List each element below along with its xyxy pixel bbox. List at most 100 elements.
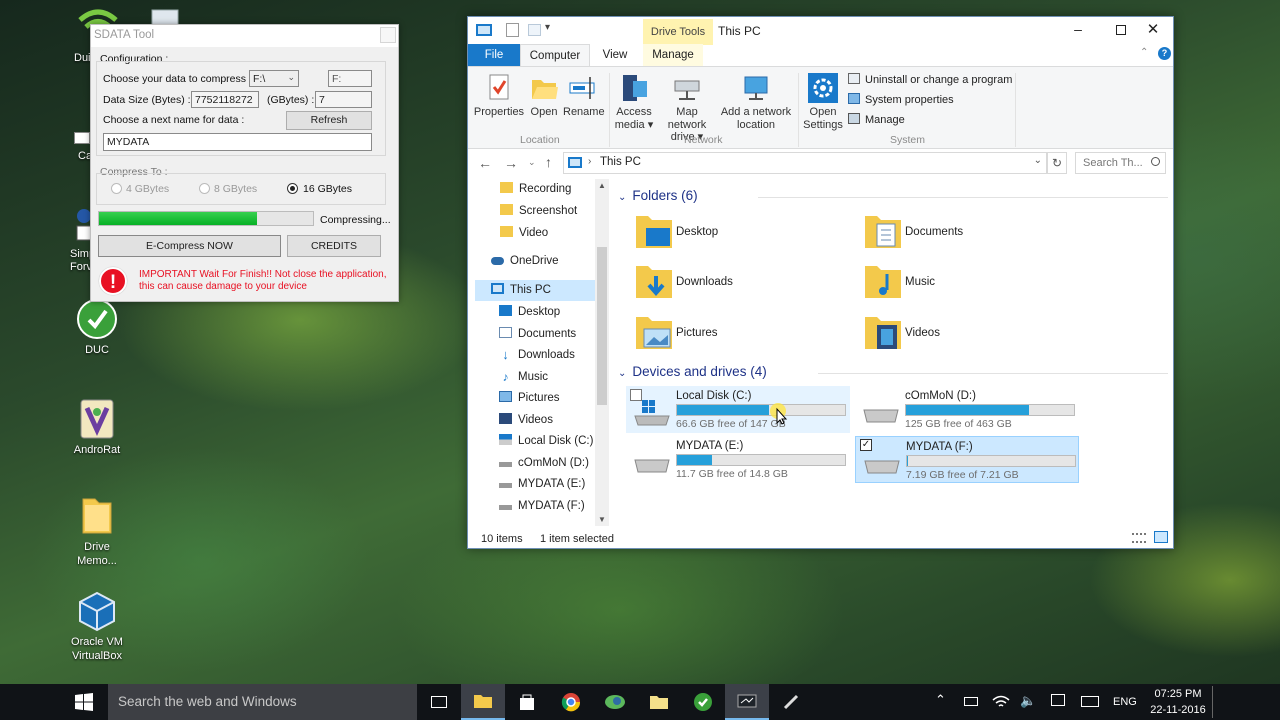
- nav-item-recording[interactable]: Recording: [475, 179, 602, 200]
- pen-taskbar-icon[interactable]: [769, 684, 813, 720]
- drive-mydata-f[interactable]: ✓ MYDATA (F:) 7.19 GB free of 7.21 GB: [855, 436, 1079, 483]
- quick-access-dropdown-icon[interactable]: ▾: [545, 22, 550, 33]
- task-view-icon[interactable]: [417, 684, 461, 720]
- scrollbar-thumb[interactable]: [597, 247, 607, 405]
- nav-scrollbar[interactable]: ▲ ▼: [595, 179, 609, 526]
- tab-computer[interactable]: Computer: [520, 44, 590, 66]
- desktop-icon-drive-memo[interactable]: Drive Memo...: [66, 495, 128, 568]
- nav-item-common-d[interactable]: cOmMoN (D:): [475, 453, 602, 474]
- folders-group-header[interactable]: ⌄ Folders (6): [618, 188, 1168, 203]
- desktop-icon-virtualbox[interactable]: Oracle VM VirtualBox: [66, 590, 128, 663]
- nav-item-desktop[interactable]: Desktop: [475, 302, 602, 323]
- gbytes-field[interactable]: 7: [315, 91, 372, 108]
- taskbar-search-box[interactable]: Search the web and Windows: [108, 684, 417, 720]
- drive-mydata-e[interactable]: MYDATA (E:) 11.7 GB free of 14.8 GB: [626, 436, 850, 483]
- folder-desktop[interactable]: Desktop: [634, 214, 834, 258]
- details-view-icon[interactable]: [1132, 533, 1146, 543]
- large-icons-view-icon[interactable]: [1154, 531, 1168, 543]
- chrome-taskbar-icon[interactable]: [549, 684, 593, 720]
- data-size-field[interactable]: 7752118272: [191, 91, 259, 108]
- back-button[interactable]: ←: [478, 155, 492, 171]
- map-network-drive-button[interactable]: Map network drive ▾: [656, 73, 718, 144]
- name-field[interactable]: MYDATA: [103, 133, 372, 151]
- start-button[interactable]: [62, 684, 106, 720]
- scroll-down-arrow[interactable]: ▼: [598, 515, 606, 524]
- rename-button[interactable]: Rename: [563, 73, 605, 119]
- nav-item-video[interactable]: Video: [475, 223, 602, 244]
- ribbon-collapse-icon[interactable]: ⌃: [1140, 47, 1148, 58]
- desktop-icon-androrat[interactable]: AndroRat: [66, 398, 128, 457]
- nav-item-music[interactable]: ♪ Music: [475, 367, 602, 388]
- nav-item-onedrive[interactable]: OneDrive: [475, 251, 602, 272]
- store-taskbar-icon[interactable]: [505, 684, 549, 720]
- add-network-location-button[interactable]: Add a network location: [720, 73, 792, 131]
- folder-pictures[interactable]: Pictures: [634, 315, 834, 359]
- tab-manage[interactable]: Manage: [643, 44, 703, 66]
- uninstall-program-button[interactable]: Uninstall or change a program: [848, 73, 1012, 86]
- forward-button[interactable]: →: [504, 155, 518, 171]
- breadcrumb-this-pc[interactable]: This PC: [600, 156, 641, 168]
- folder-taskbar-icon[interactable]: [637, 684, 681, 720]
- manage-button[interactable]: Manage: [848, 113, 905, 126]
- show-desktop-button[interactable]: [1212, 686, 1213, 718]
- drives-group-header[interactable]: ⌄ Devices and drives (4): [618, 364, 1168, 379]
- search-box[interactable]: Search Th...: [1075, 152, 1166, 174]
- system-properties-button[interactable]: System properties: [848, 93, 954, 106]
- radio-16gb[interactable]: [287, 183, 298, 194]
- app-taskbar-icon[interactable]: [593, 684, 637, 720]
- quick-access-newfolder-icon[interactable]: [528, 24, 541, 36]
- file-explorer-taskbar-icon[interactable]: [461, 684, 505, 720]
- drive-box[interactable]: F:: [328, 70, 372, 87]
- nav-item-screenshot[interactable]: Screenshot: [475, 201, 602, 222]
- radio-8gb[interactable]: [199, 183, 210, 194]
- help-icon[interactable]: ?: [1158, 47, 1171, 60]
- up-button[interactable]: ↑: [545, 154, 552, 170]
- sdata-title-bar[interactable]: SDATA Tool: [91, 25, 398, 47]
- folder-videos[interactable]: Videos: [863, 315, 1063, 359]
- nav-item-local-disk-c[interactable]: Local Disk (C:): [475, 431, 602, 452]
- tab-view[interactable]: View: [593, 44, 637, 66]
- access-media-button[interactable]: Access media ▾: [614, 73, 654, 131]
- wifi-icon[interactable]: [992, 694, 1010, 710]
- sdata-close-button[interactable]: [380, 27, 396, 43]
- close-button[interactable]: ✕: [1132, 17, 1174, 43]
- nav-item-documents[interactable]: Documents: [475, 324, 602, 345]
- properties-button[interactable]: Properties: [473, 73, 525, 119]
- clock-time[interactable]: 07:25 PM: [1150, 688, 1206, 700]
- uc-taskbar-icon[interactable]: [681, 684, 725, 720]
- nav-item-videos[interactable]: Videos: [475, 410, 602, 431]
- volume-icon[interactable]: 🔈: [1020, 693, 1036, 709]
- desktop-icon-duc[interactable]: DUC: [66, 298, 128, 357]
- refresh-button[interactable]: Refresh: [286, 111, 372, 130]
- tray-overflow-icon[interactable]: ⌃: [935, 692, 946, 708]
- drive-local-disk-c[interactable]: Local Disk (C:) 66.6 GB free of 147 GB: [626, 386, 850, 433]
- action-center-icon[interactable]: [1051, 694, 1065, 706]
- recent-locations-button[interactable]: ⌄: [528, 157, 536, 168]
- clock-date[interactable]: 22-11-2016: [1146, 704, 1210, 716]
- nav-item-pictures[interactable]: Pictures: [475, 388, 602, 409]
- refresh-button[interactable]: ↻: [1047, 152, 1067, 174]
- address-dropdown-icon[interactable]: ⌄: [1034, 155, 1042, 166]
- scroll-up-arrow[interactable]: ▲: [598, 181, 606, 190]
- nav-item-mydata-f[interactable]: MYDATA (F:): [475, 496, 602, 517]
- radio-4gb[interactable]: [111, 183, 122, 194]
- open-settings-button[interactable]: Open Settings: [802, 73, 844, 131]
- drive-select[interactable]: F:\ ⌄: [249, 70, 299, 87]
- quick-access-properties-icon[interactable]: [506, 23, 519, 37]
- item-checkbox-checked[interactable]: ✓: [860, 439, 872, 451]
- battery-icon[interactable]: [964, 697, 978, 706]
- folder-music[interactable]: Music: [863, 264, 1063, 308]
- open-button[interactable]: Open: [526, 73, 562, 119]
- minimize-button[interactable]: –: [1058, 17, 1098, 43]
- e-compress-button[interactable]: E-Compress NOW: [98, 235, 281, 257]
- address-bar[interactable]: › This PC ⌄: [563, 152, 1047, 174]
- tab-file[interactable]: File: [468, 44, 520, 66]
- drive-common-d[interactable]: cOmMoN (D:) 125 GB free of 463 GB: [855, 386, 1079, 433]
- sdata-taskbar-icon[interactable]: [725, 684, 769, 720]
- nav-item-mydata-e[interactable]: MYDATA (E:): [475, 474, 602, 495]
- folder-downloads[interactable]: Downloads: [634, 264, 834, 308]
- keyboard-icon[interactable]: [1081, 696, 1099, 707]
- desktop-app-icon[interactable]: [74, 132, 90, 144]
- credits-button[interactable]: CREDITS: [287, 235, 381, 257]
- nav-item-this-pc[interactable]: This PC: [475, 280, 602, 301]
